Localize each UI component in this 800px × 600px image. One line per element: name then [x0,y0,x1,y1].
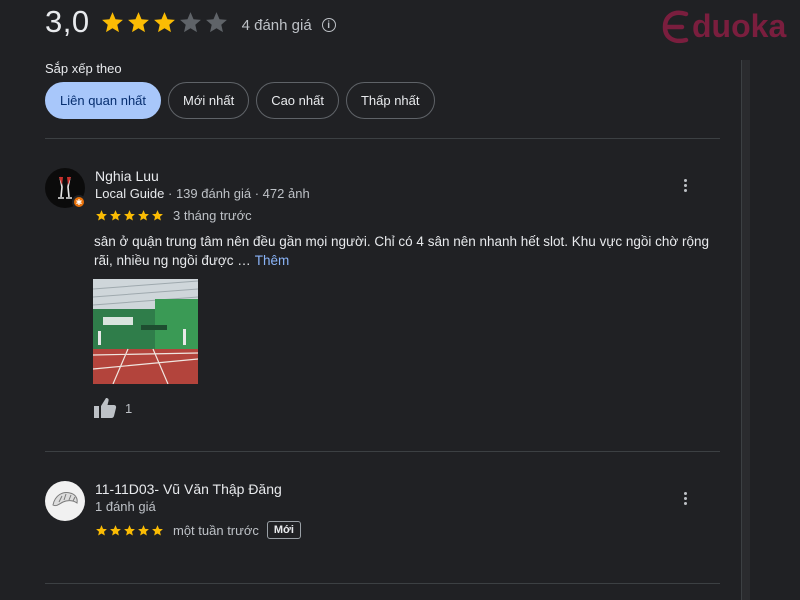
review-time: 3 tháng trước [173,208,252,223]
star-filled-icon [138,524,149,535]
star-filled-icon [110,524,121,535]
logo-e-mark-icon [662,10,689,43]
sort-chip-newest[interactable]: Mới nhất [168,82,250,119]
new-badge: Mới [266,521,301,539]
review-text: sân ở quận trung tâm nên đều gần mọi ngư… [94,232,724,270]
see-more-link[interactable]: Thêm [255,253,290,268]
star-filled-icon [124,524,135,535]
star-filled-icon [101,11,123,32]
sort-chip-relevant[interactable]: Liên quan nhất [45,82,162,119]
sort-chips: Liên quan nhất Mới nhất Cao nhất Thấp nh… [45,82,442,119]
sort-chip-lowest[interactable]: Thấp nhất [345,82,435,119]
reviews-panel: 3,0 4 đánh giá i duoka Sắp xếp theo Liên… [0,0,800,600]
star-empty-icon [205,11,227,32]
reviewer-meta: Local Guide · 139 đánh giá · 472 ảnh [95,186,310,201]
reviewer-stats: 1 đánh giá [95,499,156,514]
review-rating: một tuần trước Mới [95,521,301,539]
star-filled-icon [152,524,163,535]
badminton-court-photo [93,279,198,384]
star-filled-icon [124,210,135,221]
avatar[interactable] [45,481,85,521]
like-row: 1 [93,397,132,419]
divider [45,451,720,452]
average-rating: 3,0 [45,4,90,39]
review-count: 4 đánh giá [241,16,312,34]
review-photo[interactable] [93,279,198,384]
logo-text: duoka [692,8,787,44]
review-time: một tuần trước [173,522,259,538]
sort-label: Sắp xếp theo [45,61,122,76]
reviewer-name[interactable]: 11-11D03- Vũ Văn Thập Đăng [95,481,282,497]
review-rating: 3 tháng trước [95,208,252,223]
local-guide-badge-icon: ✱ [72,195,86,209]
avatar[interactable]: ✱ [45,168,86,209]
star-filled-icon [127,11,149,32]
star-filled-icon [110,210,121,221]
like-count: 1 [125,400,133,416]
eduoka-logo: duoka [662,8,786,45]
croissant-icon [45,481,85,521]
star-filled-icon [153,11,175,32]
local-guide-label: Local Guide [95,186,165,201]
review-body: sân ở quận trung tâm nên đều gần mọi ngư… [94,234,710,268]
star-filled-icon [96,524,107,535]
divider [45,583,720,584]
reviewer-stats: · 139 đánh giá · 472 ảnh [164,186,310,201]
scrollbar[interactable] [741,60,750,600]
star-filled-icon [96,210,107,221]
sort-chip-highest[interactable]: Cao nhất [256,82,339,119]
review-card: 11-11D03- Vũ Văn Thập Đăng 1 đánh giá mộ… [45,481,720,551]
more-options-icon[interactable] [677,488,693,508]
star-empty-icon [179,11,201,32]
rating-summary: 3,0 4 đánh giá i [45,4,336,40]
divider [45,138,720,139]
more-options-icon[interactable] [677,175,693,195]
reviewer-name[interactable]: Nghia Luu [95,168,159,184]
star-filled-icon [138,210,149,221]
thumbs-up-icon[interactable] [93,397,117,419]
star-filled-icon [152,210,163,221]
rating-stars [100,10,230,35]
review-card: ✱ Nghia Luu Local Guide · 139 đánh giá ·… [45,168,720,438]
info-icon[interactable]: i [321,18,336,32]
